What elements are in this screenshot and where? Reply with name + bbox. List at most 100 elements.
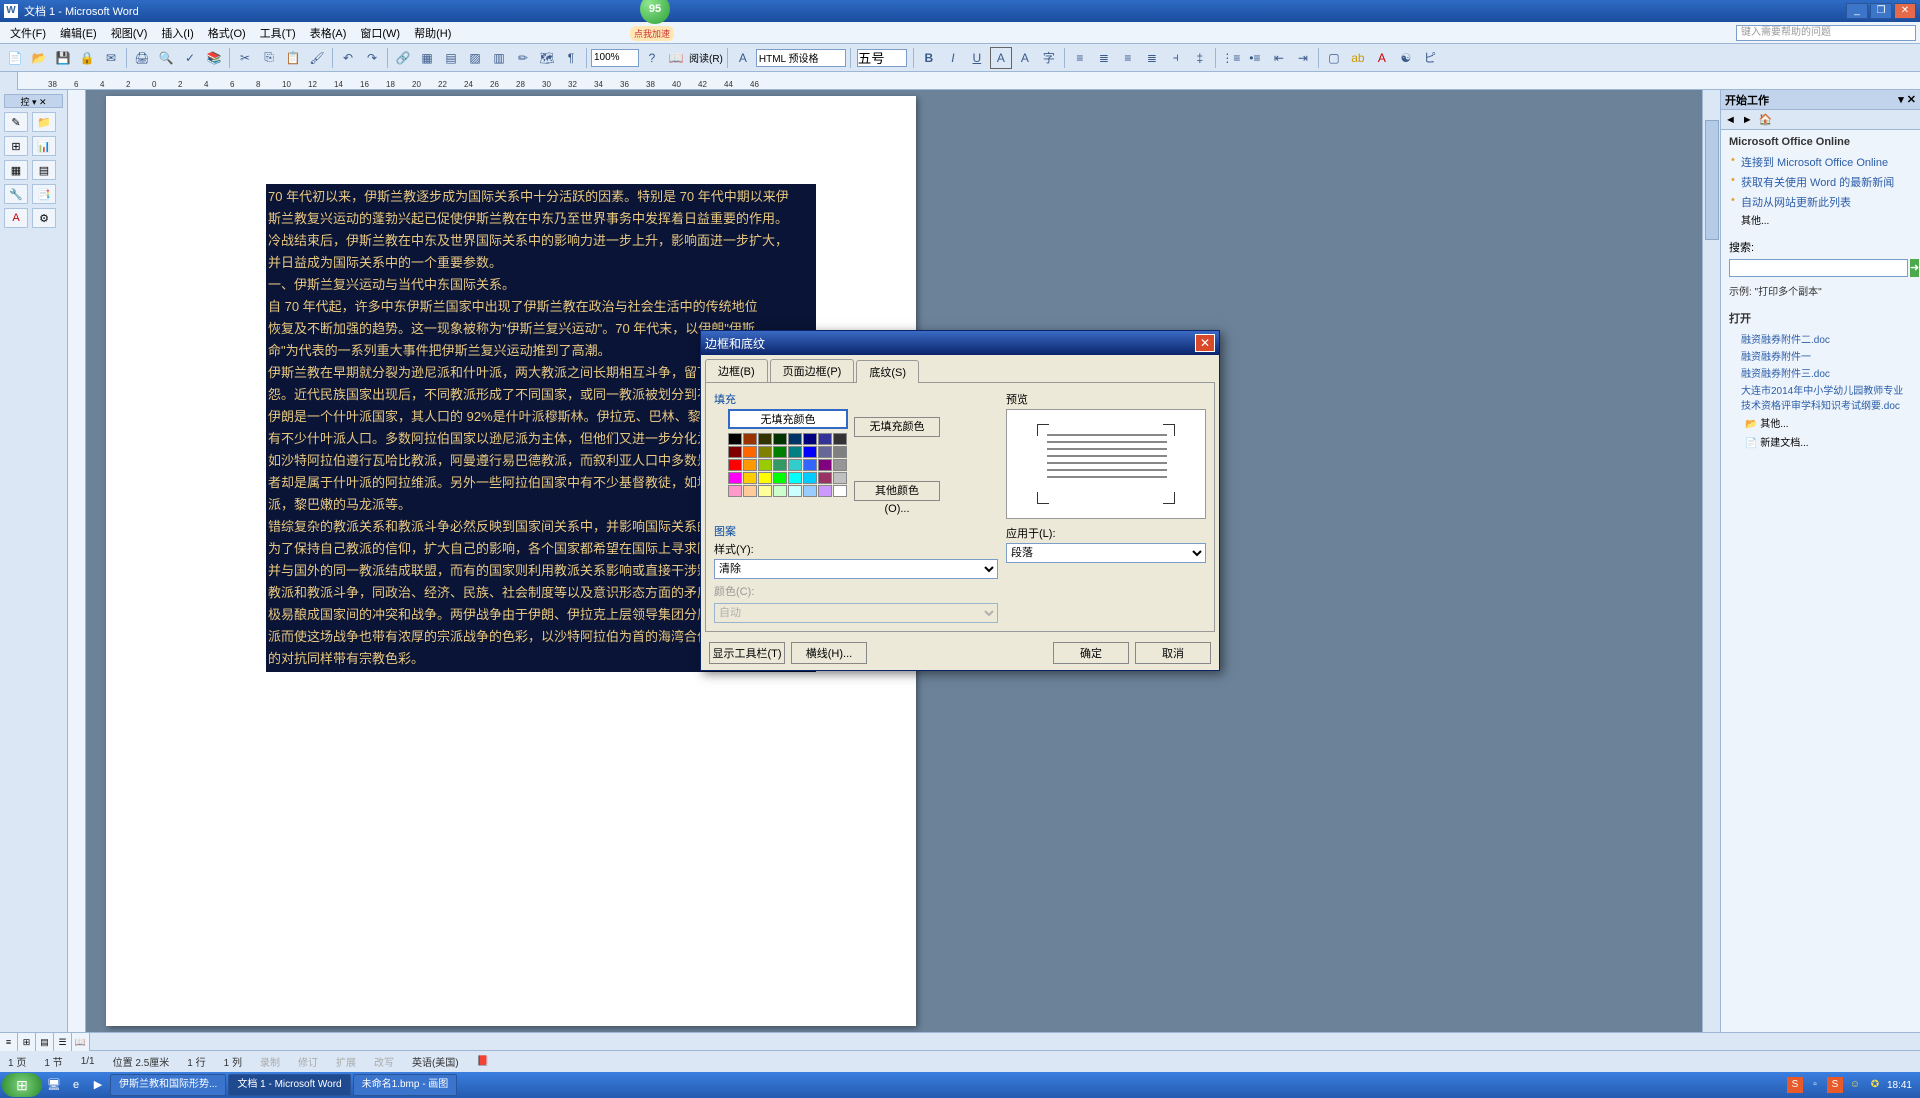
highlight-button[interactable]: ab	[1347, 47, 1369, 69]
show-toolbar-button[interactable]: 显示工具栏(T)	[709, 642, 785, 664]
search-go-button[interactable]: ➜	[1910, 259, 1919, 277]
color-swatch[interactable]	[803, 459, 817, 471]
color-swatch[interactable]	[758, 472, 772, 484]
dialog-close-button[interactable]: ✕	[1195, 334, 1215, 352]
distribute-button[interactable]: ⫞	[1165, 47, 1187, 69]
color-swatch[interactable]	[803, 485, 817, 497]
recent-file-3[interactable]: 融资融券附件三.doc	[1729, 364, 1912, 381]
color-swatch[interactable]	[833, 472, 847, 484]
font-color-button[interactable]: A	[1371, 47, 1393, 69]
menu-edit[interactable]: 编辑(E)	[54, 23, 103, 43]
menu-table[interactable]: 表格(A)	[304, 23, 353, 43]
panel-btn-5[interactable]: ▦	[4, 160, 28, 180]
scrollbar-thumb[interactable]	[1705, 120, 1719, 240]
link-update[interactable]: 自动从网站更新此列表	[1729, 192, 1912, 212]
menu-format[interactable]: 格式(O)	[202, 23, 252, 43]
start-button[interactable]: ⊞	[2, 1073, 42, 1097]
color-swatch[interactable]	[728, 446, 742, 458]
spellcheck-button[interactable]: ✓	[179, 47, 201, 69]
paste-button[interactable]: 📋	[282, 47, 304, 69]
panel-btn-7[interactable]: 🔧	[4, 184, 28, 204]
panel-btn-2[interactable]: 📁	[32, 112, 56, 132]
format-painter-button[interactable]: 🖌	[306, 47, 328, 69]
close-button[interactable]: ✕	[1894, 3, 1916, 19]
taskbar-task-3[interactable]: 未命名1.bmp - 画图	[353, 1074, 458, 1096]
color-swatch[interactable]	[803, 446, 817, 458]
color-swatch[interactable]	[818, 485, 832, 497]
restore-button[interactable]: ❐	[1870, 3, 1892, 19]
taskpane-close-icon[interactable]: ▾ ✕	[1898, 93, 1916, 106]
line-spacing-button[interactable]: ‡	[1189, 47, 1211, 69]
link-news[interactable]: 获取有关使用 Word 的最新新闻	[1729, 172, 1912, 192]
color-swatch[interactable]	[743, 472, 757, 484]
insert-table-button[interactable]: ▤	[440, 47, 462, 69]
excel-button[interactable]: ▨	[464, 47, 486, 69]
color-swatch[interactable]	[773, 433, 787, 445]
border-button[interactable]: ▢	[1323, 47, 1345, 69]
view-web-button[interactable]: ⊞	[18, 1033, 36, 1051]
apply-to-select[interactable]: 段落	[1006, 543, 1206, 563]
nav-home-icon[interactable]: 🏠	[1759, 113, 1773, 126]
color-swatch[interactable]	[773, 446, 787, 458]
help-search[interactable]: 键入需要帮助的问题	[1736, 25, 1916, 41]
color-swatch[interactable]	[728, 472, 742, 484]
color-swatch[interactable]	[818, 446, 832, 458]
color-swatch[interactable]	[758, 459, 772, 471]
color-swatch[interactable]	[773, 472, 787, 484]
panel-btn-8[interactable]: 📑	[32, 184, 56, 204]
link-connect[interactable]: 连接到 Microsoft Office Online	[1729, 152, 1912, 172]
menu-tools[interactable]: 工具(T)	[254, 23, 302, 43]
decrease-indent-button[interactable]: ⇤	[1268, 47, 1290, 69]
panel-btn-3[interactable]: ⊞	[4, 136, 28, 156]
panel-btn-10[interactable]: ⚙	[32, 208, 56, 228]
asian-layout-button[interactable]: ☯	[1395, 47, 1417, 69]
style-select[interactable]: 清除	[714, 559, 998, 579]
panel-btn-1[interactable]: ✎	[4, 112, 28, 132]
color-swatch[interactable]	[833, 446, 847, 458]
align-center-button[interactable]: ≣	[1093, 47, 1115, 69]
ql-ie-icon[interactable]: e	[66, 1075, 86, 1095]
tray-icon-1[interactable]: S	[1787, 1077, 1803, 1093]
color-swatch[interactable]	[788, 446, 802, 458]
color-swatch[interactable]	[773, 485, 787, 497]
color-swatch[interactable]	[743, 446, 757, 458]
tab-borders[interactable]: 边框(B)	[705, 359, 768, 382]
underline-button[interactable]: U	[966, 47, 988, 69]
color-swatch[interactable]	[818, 433, 832, 445]
open-button[interactable]: 📂	[28, 47, 50, 69]
color-swatch[interactable]	[803, 472, 817, 484]
bullets-button[interactable]: •≡	[1244, 47, 1266, 69]
color-swatch[interactable]	[743, 485, 757, 497]
justify-button[interactable]: ≣	[1141, 47, 1163, 69]
more-colors-button[interactable]: 其他颜色(O)...	[854, 481, 940, 501]
copy-button[interactable]: ⎘	[258, 47, 280, 69]
open-other[interactable]: 📂 其他...	[1729, 413, 1912, 432]
tray-icon-3[interactable]: ☺	[1847, 1077, 1863, 1093]
color-swatch[interactable]	[803, 433, 817, 445]
nav-forward-icon[interactable]: ►	[1742, 114, 1753, 126]
horizontal-scrollbar[interactable]: ≡ ⊞ ▤ ☰ 📖	[0, 1032, 1920, 1050]
search-input[interactable]	[1729, 259, 1908, 277]
help-button[interactable]: ?	[641, 47, 663, 69]
color-swatch[interactable]	[728, 433, 742, 445]
tray-ime-icon[interactable]: ▫	[1807, 1077, 1823, 1093]
no-fill-button[interactable]: 无填充颜色	[854, 417, 940, 437]
style-button[interactable]: A	[732, 47, 754, 69]
menu-view[interactable]: 视图(V)	[105, 23, 154, 43]
panel-header[interactable]: 控 ▾ ✕	[4, 94, 63, 108]
mail-button[interactable]: ✉	[100, 47, 122, 69]
view-normal-button[interactable]: ≡	[0, 1033, 18, 1051]
color-swatch[interactable]	[758, 485, 772, 497]
taskbar-task-2[interactable]: 文档 1 - Microsoft Word	[228, 1074, 350, 1096]
table-button[interactable]: ▦	[416, 47, 438, 69]
recent-file-4[interactable]: 大连市2014年中小学幼儿园教师专业技术资格评审学科知识考试纲要.doc	[1729, 381, 1912, 413]
new-doc-button[interactable]: 📄	[4, 47, 26, 69]
print-button[interactable]: 🖨	[131, 47, 153, 69]
tab-page-border[interactable]: 页面边框(P)	[770, 359, 855, 382]
increase-indent-button[interactable]: ⇥	[1292, 47, 1314, 69]
horizontal-ruler[interactable]: 3864202468101214161820222426283032343638…	[0, 72, 1920, 90]
italic-button[interactable]: I	[942, 47, 964, 69]
research-button[interactable]: 📚	[203, 47, 225, 69]
numbering-button[interactable]: ⋮≡	[1220, 47, 1242, 69]
color-swatch[interactable]	[788, 459, 802, 471]
